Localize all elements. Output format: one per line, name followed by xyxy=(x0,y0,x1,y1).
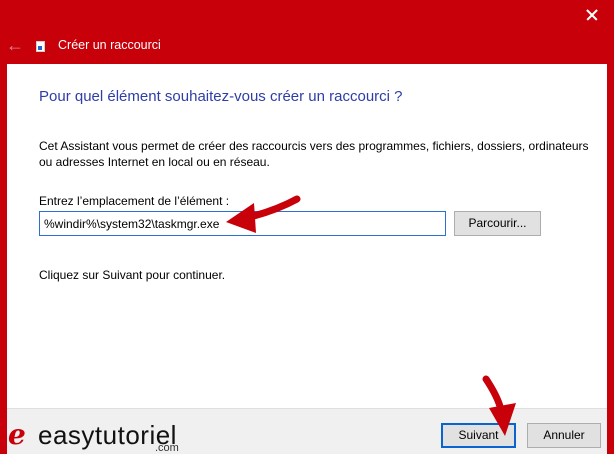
location-label: Entrez l’emplacement de l’élément : xyxy=(39,194,230,208)
logo-suffix: .com xyxy=(155,442,179,454)
watermark-logo: e easytutoriel .com xyxy=(8,420,198,454)
wizard-description: Cet Assistant vous permet de créer des r… xyxy=(39,139,589,169)
close-icon[interactable] xyxy=(568,0,614,30)
back-arrow-icon[interactable]: ← xyxy=(6,36,26,54)
cancel-button[interactable]: Annuler xyxy=(527,423,601,448)
continue-instruction: Cliquez sur Suivant pour continuer. xyxy=(39,268,226,282)
logo-mark-icon: e xyxy=(8,418,26,451)
shortcut-icon xyxy=(36,41,45,52)
wizard-heading: Pour quel élément souhaitez-vous créer u… xyxy=(39,88,403,105)
title-bar: ← Créer un raccourci xyxy=(0,0,614,64)
window-title: Créer un raccourci xyxy=(58,38,161,52)
next-button[interactable]: Suivant xyxy=(441,423,516,448)
browse-button[interactable]: Parcourir... xyxy=(454,211,541,236)
location-input[interactable] xyxy=(39,211,446,236)
wizard-content: Pour quel élément souhaitez-vous créer u… xyxy=(7,64,607,408)
